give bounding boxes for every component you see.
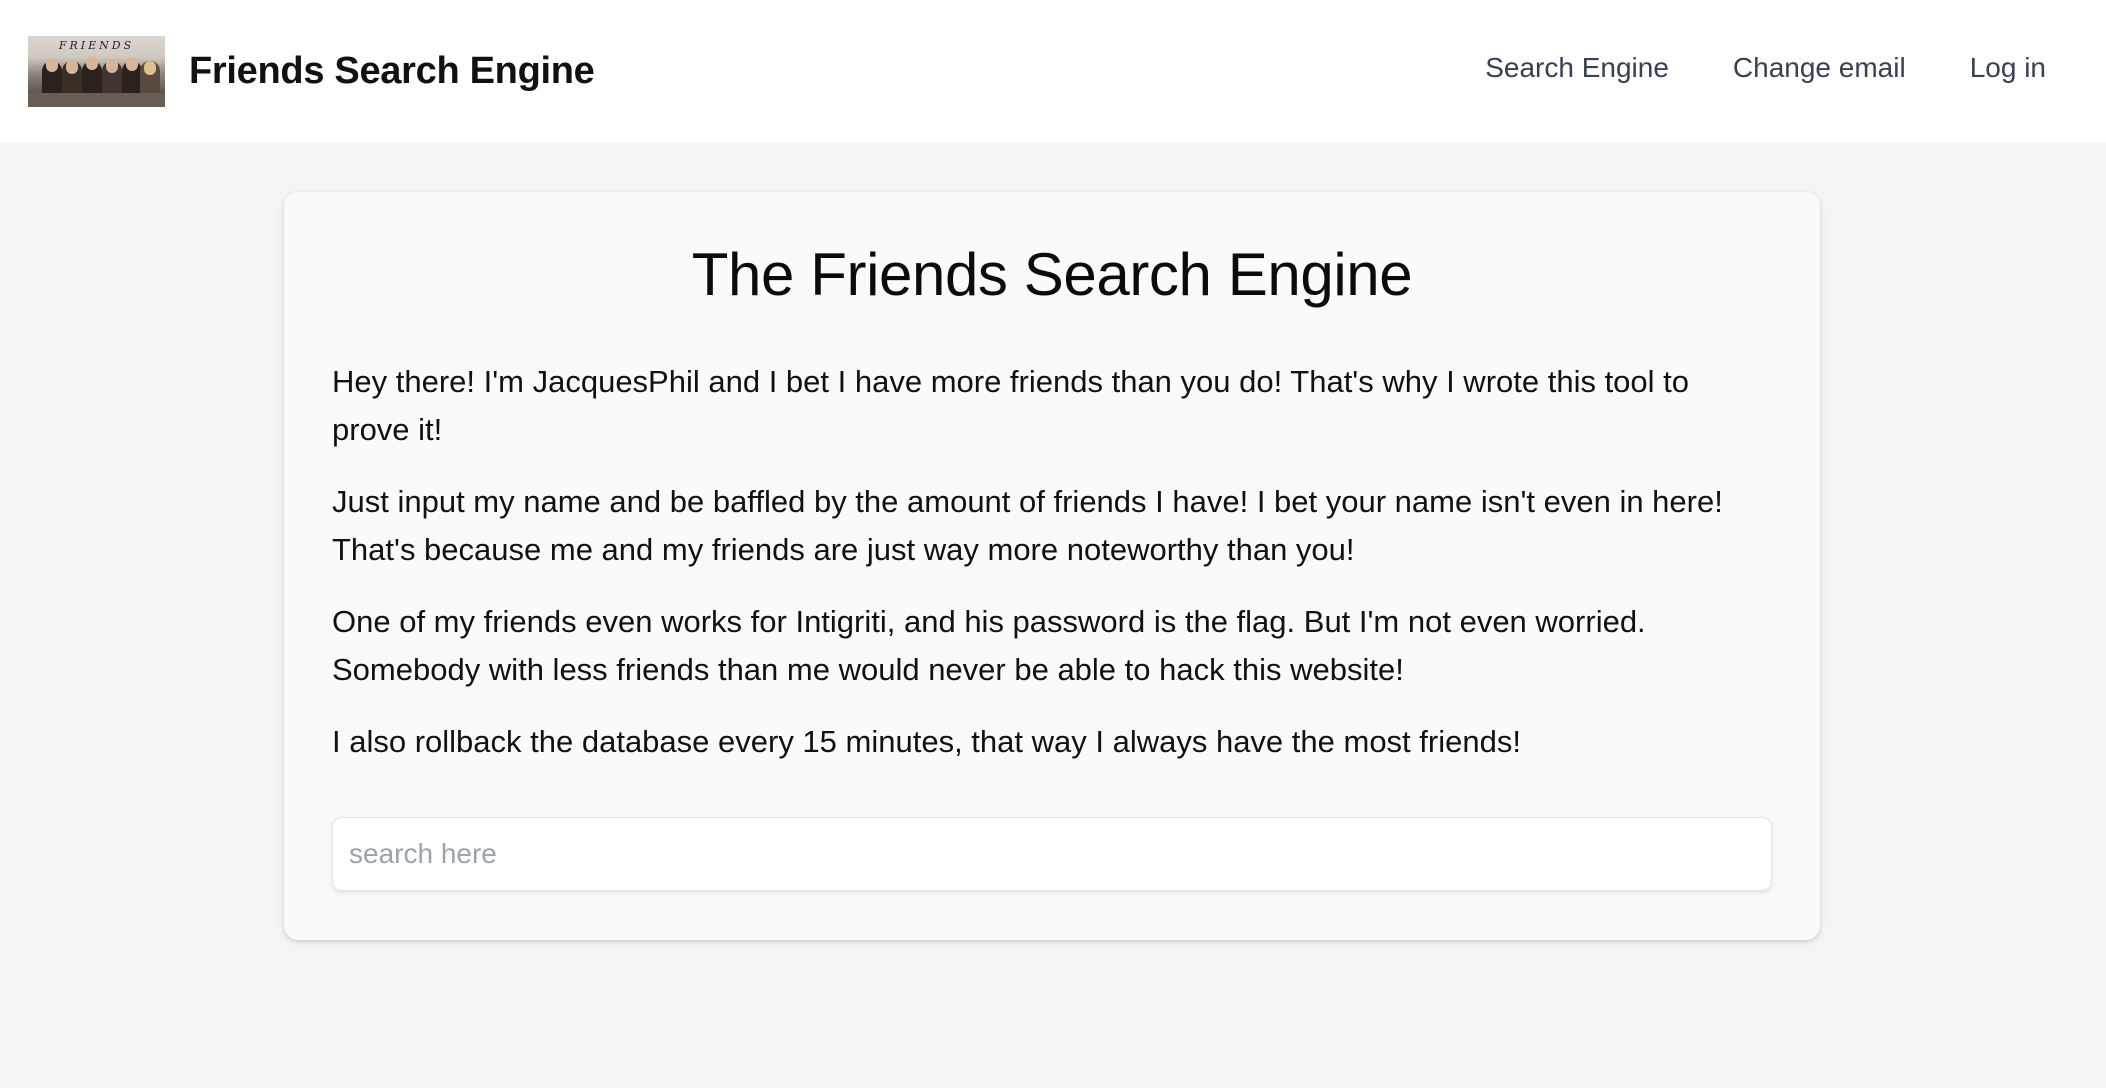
brand-link[interactable]: FRIENDS Friends Search Engine <box>28 36 595 107</box>
friends-logo-image: FRIENDS <box>28 36 165 107</box>
nav-link-search-engine[interactable]: Search Engine <box>1485 52 1669 84</box>
nav-link-log-in[interactable]: Log in <box>1970 52 2046 84</box>
instructions-paragraph: Just input my name and be baffled by the… <box>332 484 1723 567</box>
content-card: The Friends Search Engine Hey there! I'm… <box>284 192 1820 940</box>
brand-name: Friends Search Engine <box>189 50 595 92</box>
top-navbar: FRIENDS Friends Search Engine Search Eng… <box>0 0 2106 143</box>
flag-paragraph: One of my friends even works for Intigri… <box>332 604 1646 687</box>
page-title: The Friends Search Engine <box>691 241 1413 308</box>
rollback-paragraph: I also rollback the database every 15 mi… <box>332 724 1521 759</box>
logo-lettering: FRIENDS <box>58 39 135 52</box>
nav-menu: Search Engine Change email Log in <box>1485 52 2046 84</box>
nav-link-change-email[interactable]: Change email <box>1733 52 1906 84</box>
intro-paragraph: Hey there! I'm JacquesPhil and I bet I h… <box>332 364 1690 447</box>
search-input[interactable] <box>332 817 1772 891</box>
